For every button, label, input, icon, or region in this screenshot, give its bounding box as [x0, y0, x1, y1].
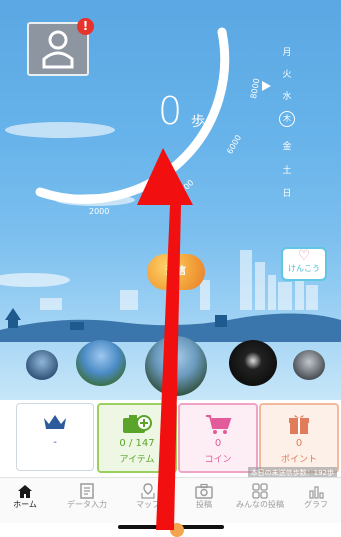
crown-icon [17, 412, 93, 434]
home-icon [0, 480, 50, 500]
tab-data-input[interactable]: データ入力 [58, 480, 116, 510]
point-value: 0 [295, 438, 303, 449]
document-icon [58, 480, 116, 500]
weekday-0: 月 [282, 48, 292, 58]
app-screen: ! 0 歩 2000 4000 6000 8000 月火水木金土日 ♡ けんこう… [0, 0, 341, 537]
coin-value: 0 [214, 438, 222, 449]
rank-value: - [53, 437, 57, 448]
tab-graph[interactable]: グラフ [292, 480, 340, 510]
weekday-2: 水 [282, 92, 292, 102]
tab-label: みんなの投稿 [236, 500, 284, 509]
grid-icon [229, 480, 291, 500]
camera-add-icon [99, 413, 175, 435]
gauge-tick-2000: 2000 [89, 207, 110, 216]
item-card[interactable]: 0 / 147 アイテム [97, 403, 177, 473]
coin-card[interactable]: 0 コイン [178, 403, 258, 473]
weekday-1: 火 [282, 70, 292, 80]
tab-map[interactable]: マップ [123, 480, 173, 510]
bottom-tab-bar: ホーム データ入力 マップ 投稿 みんなの投稿 グラフ [0, 477, 341, 523]
home-indicator [118, 525, 224, 529]
photo-thumbnail[interactable] [229, 340, 277, 386]
item-value: 0 / 147 [119, 438, 155, 449]
tab-label: ホーム [13, 500, 37, 509]
tab-label: データ入力 [67, 500, 107, 509]
step-unit: 歩 [191, 114, 205, 130]
tab-label: 投稿 [196, 500, 212, 509]
map-icon [123, 480, 173, 500]
weekday-6: 日 [282, 189, 292, 199]
goal-marker-icon [262, 81, 271, 91]
weekday-5: 土 [282, 166, 292, 176]
summary-cards: - 0 / 147 アイテム 0 コイン 0 ポイント [12, 403, 339, 473]
photo-thumbnail[interactable] [145, 336, 207, 396]
weekday-3: 木 [279, 111, 295, 127]
camera-icon [179, 480, 229, 500]
weekday-4: 金 [282, 142, 292, 152]
photo-thumbnail[interactable] [26, 350, 58, 380]
coin-label: コイン [204, 455, 232, 465]
tab-label: グラフ [304, 500, 328, 509]
chart-icon [292, 480, 340, 500]
item-label: アイテム [119, 455, 155, 465]
heart-icon: ♡ [297, 248, 311, 264]
point-label: ポイント [280, 455, 317, 465]
point-card[interactable]: 0 ポイント [259, 403, 339, 473]
notification-badge[interactable]: ! [77, 18, 94, 35]
rank-card[interactable]: - [16, 403, 94, 471]
photo-thumbnail[interactable] [76, 340, 126, 386]
gift-icon [261, 413, 337, 435]
tab-post[interactable]: 投稿 [179, 480, 229, 510]
step-count: 0 [158, 89, 183, 133]
cart-icon [180, 413, 256, 435]
tab-home[interactable]: ホーム [0, 480, 50, 510]
tab-label: マップ [136, 500, 160, 509]
kenkou-label: けんこう [288, 264, 320, 273]
send-button[interactable]: 送信 [147, 254, 205, 290]
kenkou-button[interactable]: ♡ けんこう [281, 247, 327, 281]
tab-everyone-posts[interactable]: みんなの投稿 [229, 480, 291, 510]
photo-thumbnail[interactable] [293, 350, 325, 380]
person-icon [42, 30, 74, 69]
